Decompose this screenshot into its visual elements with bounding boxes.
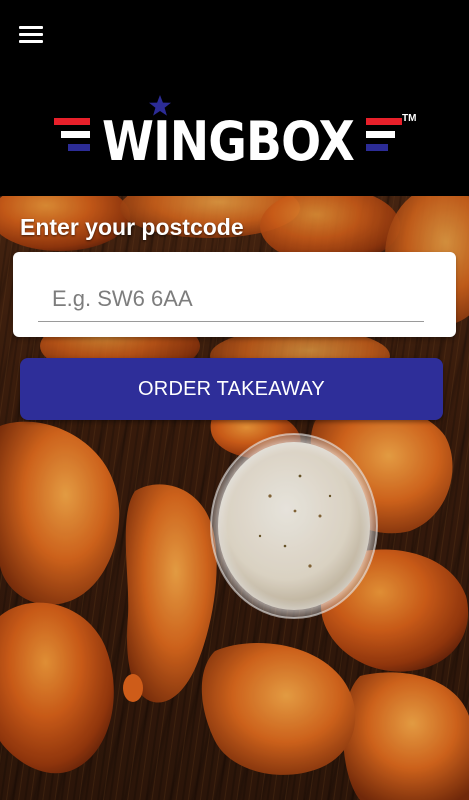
svg-text:TM: TM [402, 113, 416, 124]
hamburger-menu-icon[interactable] [14, 20, 48, 50]
postcode-input[interactable] [38, 276, 424, 322]
svg-text:WINGBOX: WINGBOX [102, 110, 354, 170]
postcode-label: Enter your postcode [20, 214, 244, 240]
wingbox-logo: WINGBOX TM [50, 94, 420, 170]
order-takeaway-button[interactable]: ORDER TAKEAWAY [20, 358, 443, 420]
hero-food-image: Enter your postcode ORDER TAKEAWAY [0, 196, 469, 800]
postcode-card [13, 252, 456, 337]
app-header: WINGBOX TM [0, 0, 469, 196]
app-screen: WINGBOX TM Enter your postcode E.g. SW6 … [0, 0, 469, 800]
